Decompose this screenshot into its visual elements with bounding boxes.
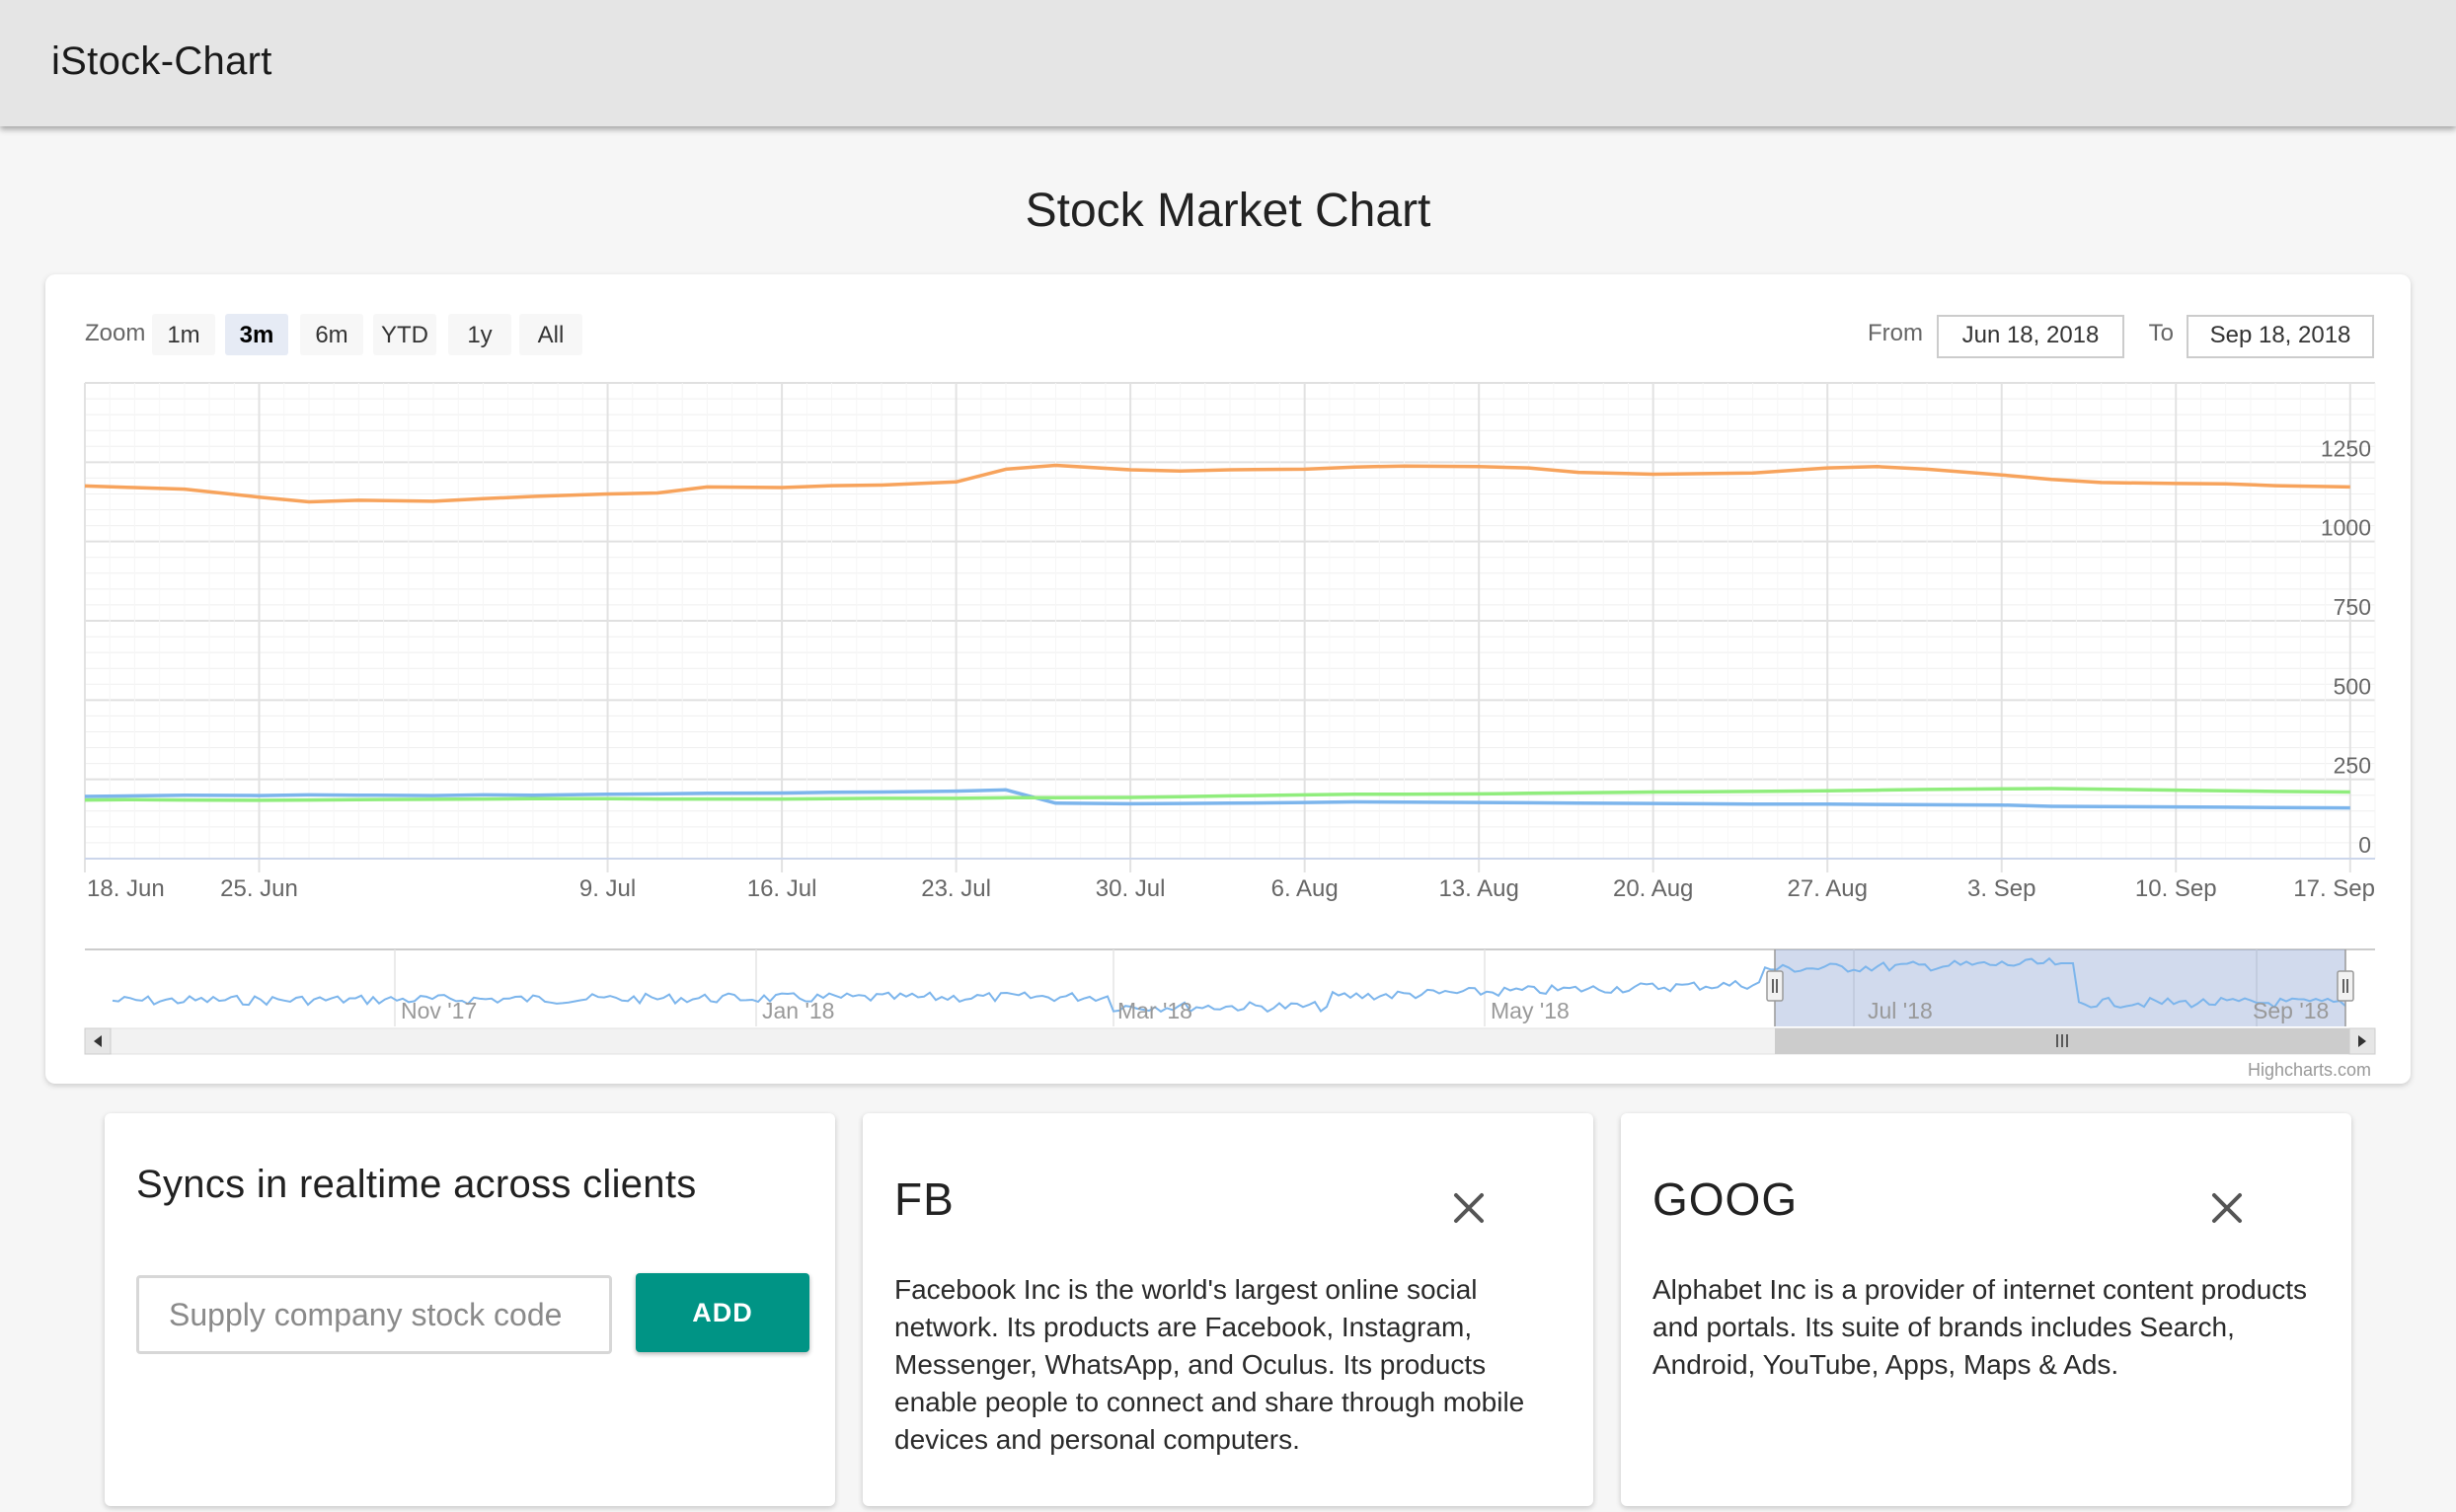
zoom-button-label[interactable]: All	[538, 322, 565, 348]
x-tick-label: 13. Aug	[1438, 875, 1518, 902]
x-tick-label: 6. Aug	[1271, 875, 1339, 902]
navigator[interactable]: Nov '17 Jan '18 Mar '18 May '18 Jul '18 Sep '…	[85, 948, 2375, 1026]
from-label: From	[1868, 320, 1923, 346]
stock-code-input[interactable]	[136, 1275, 612, 1354]
x-tick-label: 17. Sep	[2293, 875, 2375, 902]
zoom-button-label[interactable]: 1y	[467, 322, 492, 348]
x-tick-label: 30. Jul	[1096, 875, 1166, 902]
stock-code: GOOG	[1652, 1173, 1799, 1225]
y-tick-label: 250	[2334, 753, 2371, 779]
page-title: Stock Market Chart	[1025, 185, 1431, 237]
navigator-tick-label: Jan '18	[762, 998, 834, 1023]
navigator-tick-label: Sep '18	[2253, 998, 2329, 1023]
chart-card: Zoom 1m 3m 6m YTD 1y All From Jun 18, 2018 To Sep …	[45, 274, 2411, 1084]
navigator-tick-label: Jul '18	[1868, 998, 1933, 1023]
navigator-right-handle[interactable]	[2337, 970, 2354, 1002]
y-tick-label: 750	[2334, 594, 2371, 620]
stock-code: FB	[894, 1173, 955, 1225]
to-date-value[interactable]: Sep 18, 2018	[2210, 322, 2351, 348]
x-tick-label: 10. Sep	[2135, 875, 2217, 902]
x-tick-label: 18. Jun	[87, 875, 165, 902]
y-tick-label: 500	[2334, 673, 2371, 699]
stock-card-goog: GOOG Alphabet Inc is a provider of inter…	[1621, 1113, 2351, 1506]
scrollbar-thumb[interactable]	[1775, 1028, 2375, 1054]
zoom-button-label[interactable]: 1m	[167, 322, 199, 348]
y-tick-label: 0	[2358, 832, 2371, 858]
add-stock-card: Syncs in realtime across clients ADD	[105, 1113, 835, 1506]
handle-grip[interactable]	[2337, 970, 2354, 1002]
zoom-button-all[interactable]: All	[519, 314, 582, 355]
y-tick-label: 1250	[2321, 435, 2371, 461]
x-tick-label: 25. Jun	[220, 875, 298, 902]
x-tick-label: 23. Jul	[921, 875, 991, 902]
zoom-button-label[interactable]: YTD	[381, 322, 428, 348]
zoom-button-label[interactable]: 3m	[240, 322, 274, 348]
add-button[interactable]: ADD	[636, 1273, 809, 1352]
to-label: To	[2149, 320, 2174, 346]
x-tick-label: 16. Jul	[747, 875, 817, 902]
zoom-button-ytd[interactable]: YTD	[373, 314, 436, 355]
add-card-title: Syncs in realtime across clients	[136, 1163, 697, 1206]
stock-chart: Zoom 1m 3m 6m YTD 1y All From Jun 18, 2018 To Sep …	[84, 314, 2376, 1080]
x-tick-label: 27. Aug	[1788, 875, 1868, 902]
x-tick-label: 20. Aug	[1613, 875, 1693, 902]
navigator-scrollbar[interactable]	[84, 1027, 2376, 1055]
zoom-button-1m[interactable]: 1m	[152, 314, 215, 355]
app-bar: iStock-Chart	[0, 0, 2456, 126]
navigator-tick-label: May '18	[1491, 998, 1570, 1023]
x-tick-label: 3. Sep	[1967, 875, 2035, 902]
highcharts-credits[interactable]: Highcharts.com	[2248, 1060, 2371, 1080]
stock-description: Facebook Inc is the world's largest onli…	[894, 1274, 1525, 1455]
y-tick-label: 1000	[2321, 515, 2371, 541]
zoom-button-1y[interactable]: 1y	[448, 314, 511, 355]
stock-description: Alphabet Inc is a provider of internet c…	[1652, 1274, 2308, 1380]
handle-grip[interactable]	[1766, 970, 1784, 1002]
navigator-left-handle[interactable]	[1766, 970, 1784, 1002]
close-icon[interactable]	[1439, 1178, 1498, 1238]
stock-card-fb: FB Facebook Inc is the world's largest o…	[863, 1113, 1593, 1506]
x-tick-label: 9. Jul	[579, 875, 636, 902]
close-icon[interactable]	[2197, 1178, 2257, 1238]
zoom-button-3m[interactable]: 3m	[225, 314, 288, 355]
from-date-value[interactable]: Jun 18, 2018	[1962, 322, 2100, 348]
zoom-button-6m[interactable]: 6m	[300, 314, 363, 355]
app-title: iStock-Chart	[51, 39, 272, 83]
zoom-label: Zoom	[85, 320, 145, 346]
navigator-tick-label: Mar '18	[1117, 998, 1192, 1023]
series-line-goog	[84, 463, 2350, 504]
navigator-tick-label: Nov '17	[401, 998, 477, 1023]
zoom-button-label[interactable]: 6m	[315, 322, 347, 348]
